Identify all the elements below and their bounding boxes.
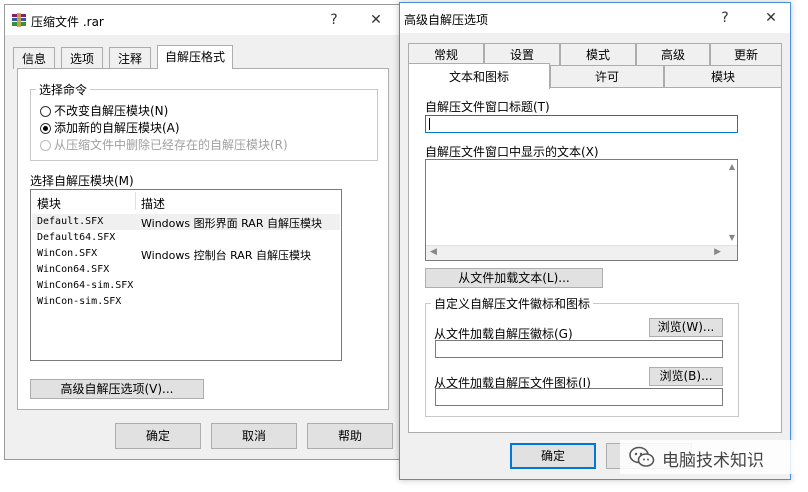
left-titlebar[interactable]: 压缩文件 .rar ? ✕ (5, 5, 399, 35)
logo-file-input[interactable] (435, 340, 723, 358)
module-name: WinCon.SFX (37, 248, 98, 259)
tab-modes[interactable]: 模式 (560, 43, 636, 65)
radio-add-module[interactable]: 添加新的自解压模块(A) (40, 120, 180, 136)
column-header-desc[interactable]: 描述 (141, 195, 165, 212)
wechat-icon (628, 445, 656, 469)
ok-button[interactable]: 确定 (510, 443, 596, 469)
radio-circle[interactable] (40, 106, 51, 117)
tab-info[interactable]: 信息 (13, 47, 55, 69)
help-icon[interactable]: ? (714, 8, 736, 28)
radio-keep-module[interactable]: 不改变自解压模块(N) (40, 103, 168, 119)
scroll-left-icon[interactable]: ◀ (430, 247, 437, 257)
table-row[interactable]: WinCon.SFX Windows 控制台 RAR 自解压模块 (32, 246, 340, 262)
tab-setup[interactable]: 设置 (484, 43, 560, 65)
module-desc: Windows 控制台 RAR 自解压模块 (141, 249, 311, 262)
column-header-divider (135, 192, 136, 210)
browse-logo-button[interactable]: 浏览(W)... (649, 318, 723, 337)
sfx-text-area[interactable]: ▲ ▼ ◀ ▶ (425, 159, 738, 261)
scroll-right-icon[interactable]: ▶ (714, 247, 721, 257)
radio-circle-disabled (40, 140, 51, 151)
ok-button[interactable]: 确定 (115, 423, 201, 449)
text-icon-tab-panel: 自解压文件窗口标题(T) 自解压文件窗口中显示的文本(X) ▲ ▼ ◀ ▶ 从文… (408, 87, 782, 433)
scroll-down-icon[interactable]: ▼ (729, 233, 735, 242)
table-row[interactable]: Default64.SFX (32, 230, 340, 246)
tab-comment[interactable]: 注释 (109, 47, 151, 69)
module-name: Default.SFX (37, 216, 104, 227)
module-name: WinCon64.SFX (37, 264, 110, 275)
right-titlebar[interactable]: 高级自解压选项 ? ✕ (400, 3, 790, 33)
tab-update[interactable]: 更新 (710, 43, 782, 65)
load-text-from-file-button[interactable]: 从文件加载文本(L)... (425, 268, 603, 288)
tab-text-and-icon[interactable]: 文本和图标 (408, 63, 550, 89)
radio-label: 不改变自解压模块(N) (54, 104, 169, 118)
help-icon[interactable]: ? (323, 10, 345, 30)
advanced-sfx-options-button[interactable]: 高级自解压选项(V)... (30, 379, 204, 399)
module-name: WinCon-sim.SFX (37, 296, 122, 307)
radio-label: 添加新的自解压模块(A) (54, 121, 180, 135)
radio-circle-checked[interactable] (40, 123, 51, 134)
tab-module[interactable]: 模块 (664, 65, 782, 87)
radio-label: 从压缩文件中删除已经存在的自解压模块(R) (54, 138, 288, 152)
close-icon[interactable]: ✕ (760, 8, 782, 28)
module-name: Default64.SFX (37, 232, 116, 243)
table-row[interactable]: WinCon64.SFX (32, 262, 340, 278)
command-group-title: 选择命令 (36, 81, 91, 98)
tab-advanced[interactable]: 高级 (636, 43, 710, 65)
column-header-module[interactable]: 模块 (37, 195, 61, 212)
watermark: 电脑技术知识 (620, 440, 808, 474)
table-row[interactable]: WinCon64-sim.SFX (32, 278, 340, 294)
close-icon[interactable]: ✕ (365, 10, 387, 30)
left-dialog-title: 压缩文件 .rar (31, 15, 104, 29)
tab-options[interactable]: 选项 (61, 47, 103, 69)
help-button[interactable]: 帮助 (307, 423, 393, 449)
sfx-tab-panel: 选择命令 不改变自解压模块(N) 添加新的自解压模块(A) 从压缩文件中删除已经… (17, 68, 389, 410)
radio-remove-module: 从压缩文件中删除已经存在的自解压模块(R) (40, 137, 288, 153)
logo-icon-group-title: 自定义自解压文件徽标和图标 (431, 295, 594, 312)
window-title-input[interactable] (425, 115, 738, 133)
right-dialog-title: 高级自解压选项 (404, 13, 489, 27)
advanced-sfx-dialog: 高级自解压选项 ? ✕ 常规 设置 模式 高级 更新 许可 模块 文本和图标 自… (399, 2, 791, 480)
module-list[interactable]: 模块 描述 Default.SFX Windows 图形界面 RAR 自解压模块… (30, 189, 342, 361)
tab-sfx[interactable]: 自解压格式 (157, 45, 233, 69)
sfx-text-label: 自解压文件窗口中显示的文本(X) (425, 145, 599, 159)
module-list-label: 选择自解压模块(M) (30, 174, 134, 188)
icon-file-input[interactable] (435, 388, 723, 406)
scroll-up-icon[interactable]: ▲ (729, 162, 735, 171)
horizontal-scrollbar[interactable]: ◀ ▶ (426, 245, 737, 260)
module-desc: Windows 图形界面 RAR 自解压模块 (141, 217, 322, 230)
table-row[interactable]: WinCon-sim.SFX (32, 294, 340, 310)
table-row[interactable]: Default.SFX Windows 图形界面 RAR 自解压模块 (32, 214, 340, 230)
winrar-app-icon (11, 12, 27, 28)
tab-general[interactable]: 常规 (408, 43, 484, 65)
browse-icon-button[interactable]: 浏览(B)... (649, 367, 723, 386)
cancel-button[interactable]: 取消 (211, 423, 297, 449)
text-caret (429, 118, 430, 130)
window-title-label: 自解压文件窗口标题(T) (425, 100, 550, 114)
watermark-text: 电脑技术知识 (662, 451, 764, 471)
sfx-archive-dialog: 压缩文件 .rar ? ✕ 信息 选项 注释 自解压格式 选择命令 不改变自解压… (4, 4, 400, 460)
module-name: WinCon64-sim.SFX (37, 280, 134, 291)
tab-license[interactable]: 许可 (550, 65, 664, 87)
